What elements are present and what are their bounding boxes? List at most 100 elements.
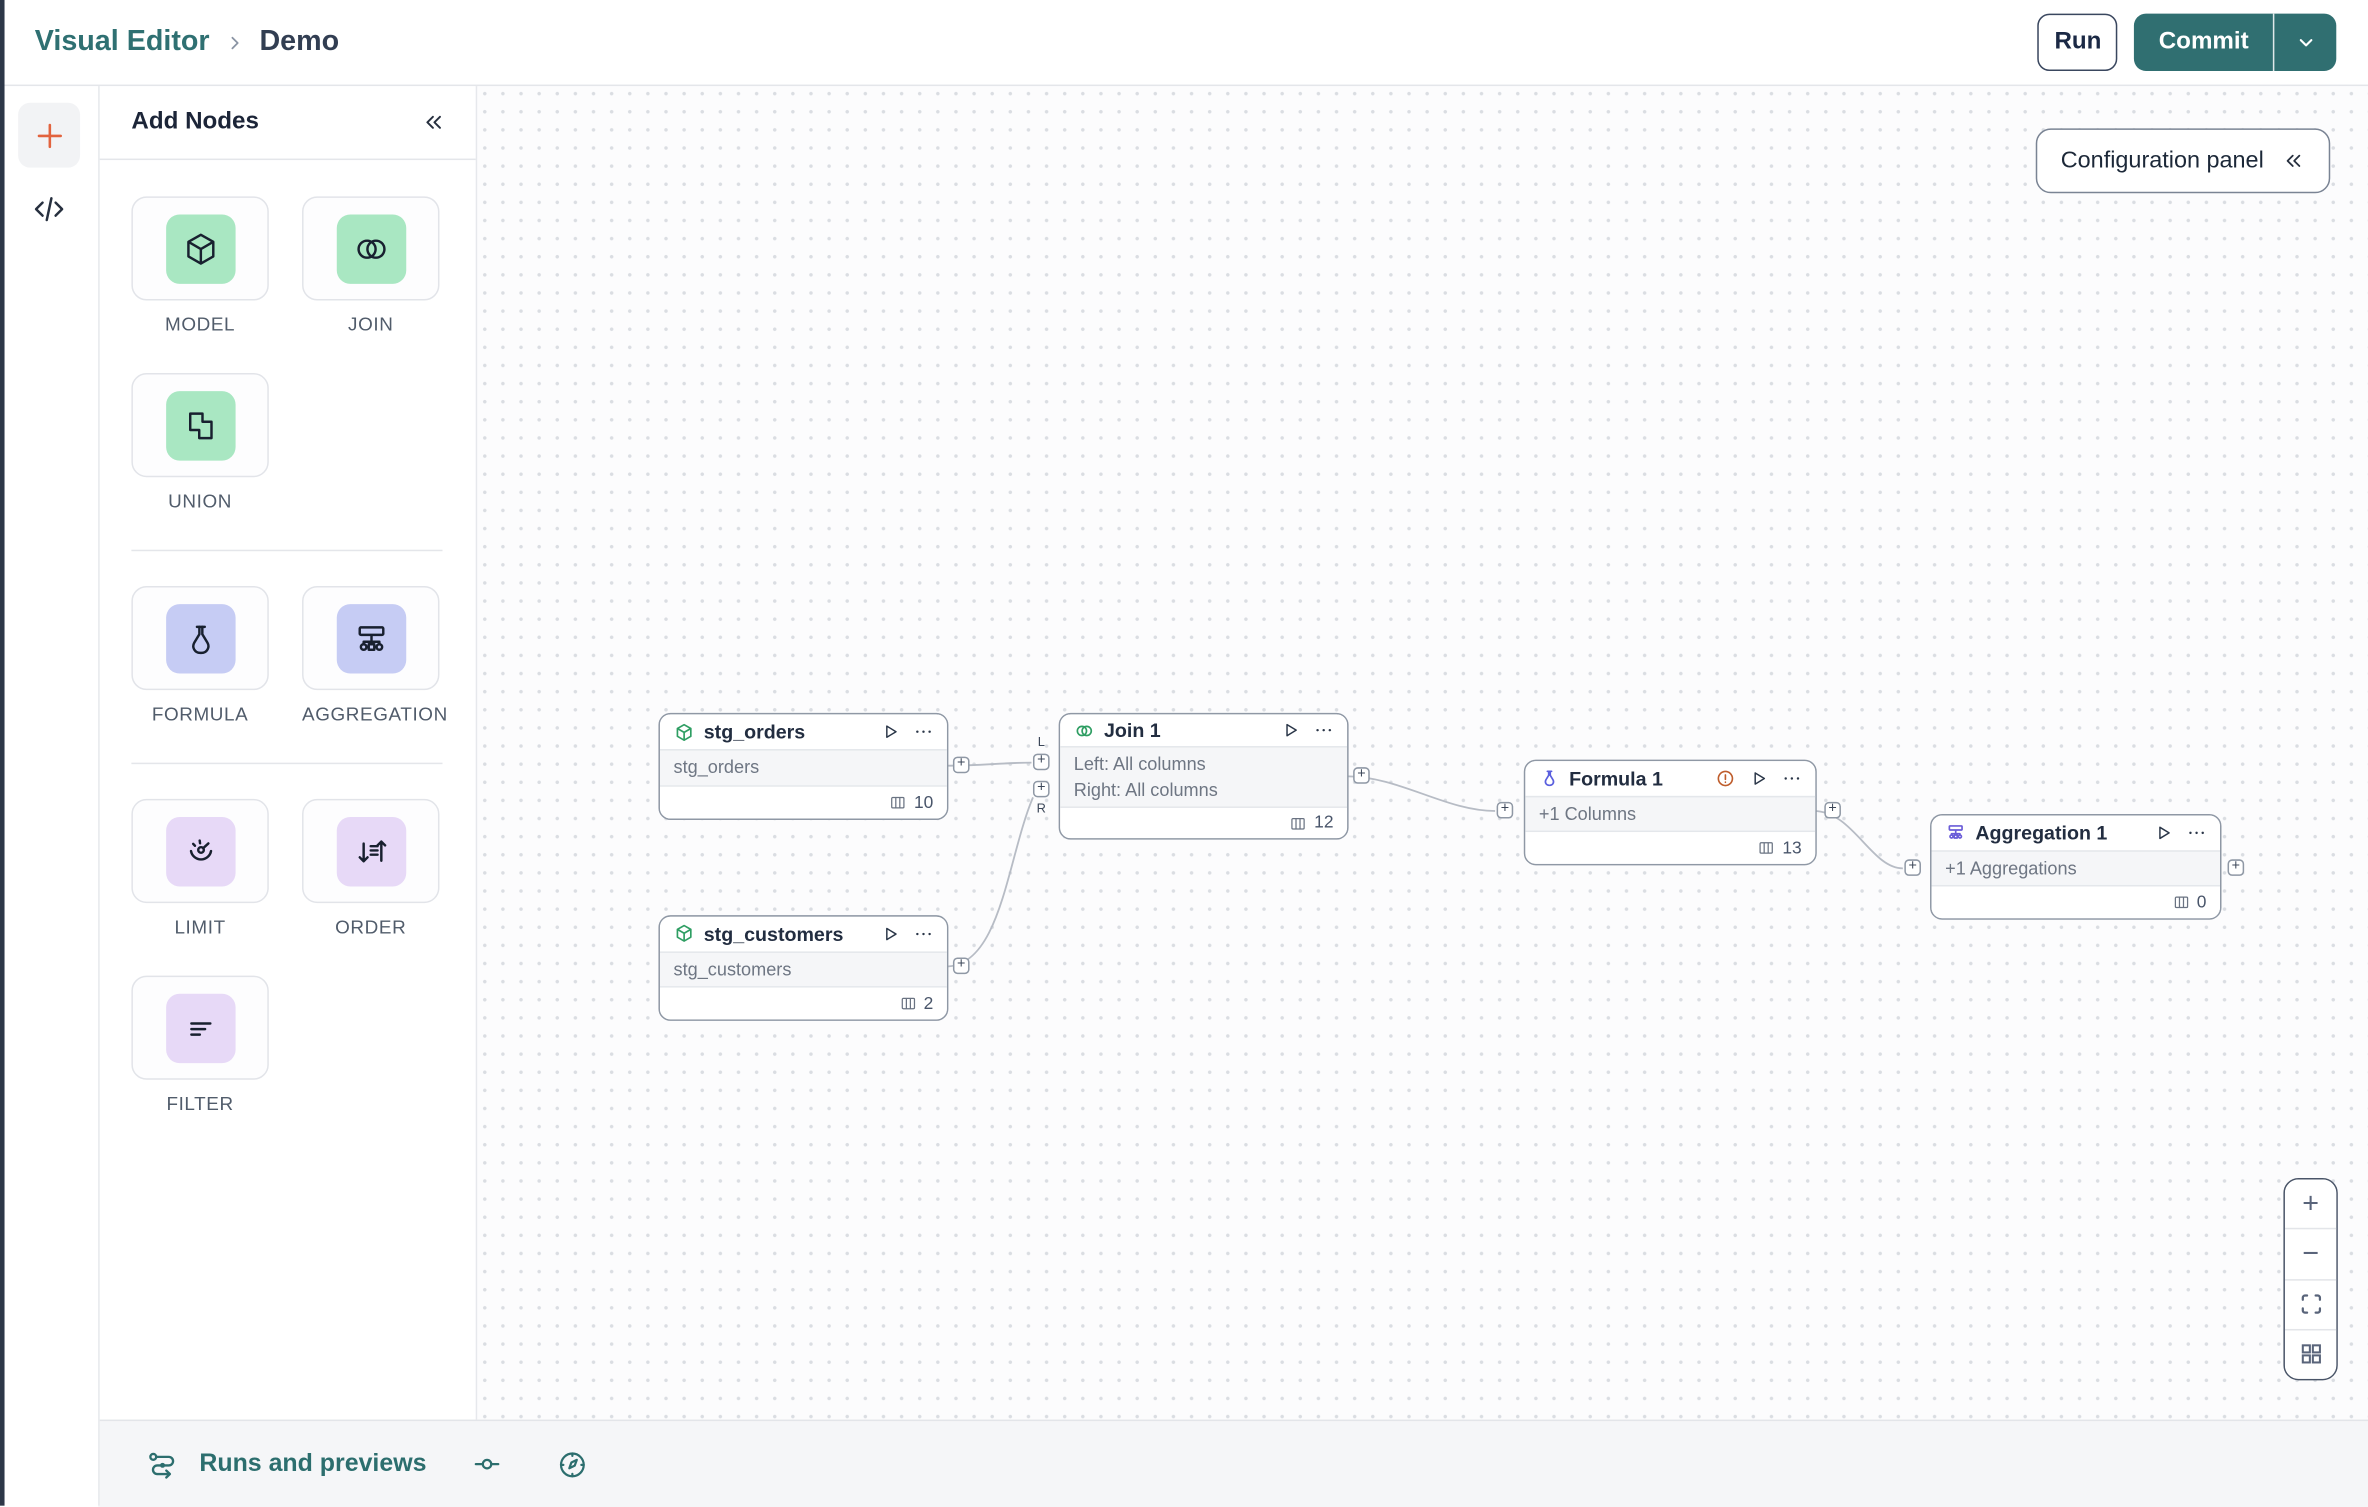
add-node-tile-union[interactable]: UNION xyxy=(131,373,269,512)
node-title: Formula 1 xyxy=(1569,766,1663,790)
node-title: stg_orders xyxy=(703,720,806,744)
cube-icon xyxy=(674,721,695,742)
canvas-controls: + − xyxy=(2283,1177,2338,1381)
node-tile-list: MODEL JOIN UNION FORMULA AGGREGATION LIM… xyxy=(98,160,476,1115)
chevron-right-icon xyxy=(225,32,245,52)
join-right-input-port[interactable]: + xyxy=(1032,781,1050,798)
tile-label: LIMIT xyxy=(174,916,226,938)
zoom-in-button[interactable]: + xyxy=(2284,1179,2337,1229)
column-count: 10 xyxy=(913,793,934,812)
join-right-config: Right: All columns xyxy=(1073,779,1218,801)
column-count: 12 xyxy=(1314,814,1334,833)
join-circles-icon xyxy=(336,213,406,284)
join-right-port-label: R xyxy=(1036,800,1046,816)
code-view-button[interactable] xyxy=(18,181,80,235)
column-count: 2 xyxy=(923,994,934,1013)
columns-icon xyxy=(890,794,907,811)
runs-and-previews-label: Runs and previews xyxy=(199,1449,427,1477)
run-node-icon[interactable] xyxy=(880,722,900,742)
chevron-down-icon xyxy=(2298,39,2312,47)
add-node-tile-filter[interactable]: FILTER xyxy=(131,975,269,1115)
aggregation-tree-icon xyxy=(1945,822,1966,843)
fit-view-icon xyxy=(2300,1294,2321,1314)
plus-icon: + xyxy=(2302,1187,2319,1220)
output-port-join-1[interactable]: + xyxy=(1353,767,1370,784)
commit-dropdown-button[interactable] xyxy=(2274,14,2336,71)
run-node-icon[interactable] xyxy=(880,924,900,944)
node-title: Join 1 xyxy=(1103,719,1161,742)
columns-icon xyxy=(1758,840,1775,857)
commit-button[interactable]: Commit xyxy=(2135,14,2273,71)
node-menu-icon[interactable] xyxy=(914,924,934,944)
node-formula-1[interactable]: Formula 1 +1 Columns 13 xyxy=(1523,759,1817,866)
warning-icon xyxy=(1716,768,1736,788)
node-menu-icon[interactable] xyxy=(914,722,934,742)
node-subtitle: stg_customers xyxy=(673,958,792,980)
tile-label: ORDER xyxy=(335,916,407,938)
run-node-icon[interactable] xyxy=(1749,768,1769,788)
input-port-formula-1[interactable]: + xyxy=(1496,802,1514,819)
node-menu-icon[interactable] xyxy=(2187,823,2207,843)
layout-grid-icon xyxy=(2301,1344,2321,1365)
collapse-panel-button[interactable] xyxy=(421,109,445,133)
add-node-tile-aggregation[interactable]: AGGREGATION xyxy=(302,585,447,725)
join-left-input-port[interactable]: + xyxy=(1032,754,1050,771)
node-join-1[interactable]: Join 1 Left: All columns Right: All colu… xyxy=(1058,712,1349,840)
node-menu-icon[interactable] xyxy=(1782,768,1802,788)
flask-icon xyxy=(1539,768,1560,789)
pipeline-canvas[interactable]: stg_orders stg_orders 10 Join 1 Left: Al… xyxy=(475,84,2368,1420)
compass-icon[interactable] xyxy=(556,1448,589,1481)
add-node-tile-join[interactable]: JOIN xyxy=(302,196,440,336)
run-node-icon[interactable] xyxy=(1281,721,1301,741)
auto-layout-button[interactable] xyxy=(2284,1328,2337,1379)
fit-view-button[interactable] xyxy=(2284,1278,2337,1329)
tile-label: MODEL xyxy=(165,314,236,336)
add-nodes-panel: Add Nodes MODEL JOIN UNION FORMULA AGGRE… xyxy=(98,84,478,1420)
zoom-out-button[interactable]: − xyxy=(2284,1228,2337,1279)
node-stg-customers[interactable]: stg_customers stg_customers 2 xyxy=(658,915,949,1021)
bottom-bar: Runs and previews xyxy=(98,1419,2368,1507)
join-circles-icon xyxy=(1074,720,1095,741)
runs-and-previews-button[interactable]: Runs and previews xyxy=(146,1448,426,1481)
gauge-icon xyxy=(165,816,235,886)
top-bar-actions: Run Commit xyxy=(2037,13,2368,71)
tile-label: FORMULA xyxy=(151,703,249,725)
breadcrumb-visual-editor[interactable]: Visual Editor xyxy=(35,26,210,59)
add-nodes-header: Add Nodes xyxy=(98,85,476,161)
configuration-panel-button[interactable]: Configuration panel xyxy=(2035,128,2331,194)
add-node-tile-formula[interactable]: FORMULA xyxy=(131,585,269,725)
add-node-rail-button[interactable] xyxy=(18,102,81,168)
output-port-stg-orders[interactable]: + xyxy=(952,757,970,774)
panel-divider xyxy=(131,762,443,765)
node-aggregation-1[interactable]: Aggregation 1 +1 Aggregations 0 xyxy=(1930,813,2222,920)
column-count: 13 xyxy=(1782,839,1802,858)
breadcrumb: Visual Editor Demo xyxy=(0,26,339,59)
aggregation-tree-icon xyxy=(336,603,406,673)
node-menu-icon[interactable] xyxy=(1314,721,1334,741)
plus-icon xyxy=(36,123,62,148)
add-node-tile-order[interactable]: ORDER xyxy=(302,798,440,938)
runs-flow-icon xyxy=(146,1448,179,1481)
output-port-aggregation-1[interactable]: + xyxy=(2227,859,2245,876)
union-squares-icon xyxy=(165,390,235,460)
add-node-tile-model[interactable]: MODEL xyxy=(131,196,269,336)
visual-editor-app: Visual Editor Demo Run Commit Add Nodes … xyxy=(0,0,2368,1507)
columns-icon xyxy=(1290,815,1307,832)
columns-icon xyxy=(2173,894,2190,911)
output-port-stg-customers[interactable]: + xyxy=(952,957,970,975)
run-button[interactable]: Run xyxy=(2037,13,2118,71)
run-node-icon[interactable] xyxy=(2154,823,2174,843)
add-node-tile-limit[interactable]: LIMIT xyxy=(131,798,269,938)
commit-node-icon[interactable] xyxy=(472,1448,504,1480)
edge xyxy=(945,797,1034,968)
tile-label: JOIN xyxy=(348,314,394,336)
double-chevron-left-icon xyxy=(426,115,441,129)
output-port-formula-1[interactable]: + xyxy=(1824,802,1841,819)
left-rail xyxy=(0,84,100,1506)
input-port-aggregation-1[interactable]: + xyxy=(1904,859,1921,876)
minus-icon: − xyxy=(2302,1238,2319,1270)
double-chevron-left-icon xyxy=(2282,150,2305,173)
node-stg-orders[interactable]: stg_orders stg_orders 10 xyxy=(658,712,949,821)
cube-icon xyxy=(674,923,695,944)
edge xyxy=(1813,810,1903,870)
